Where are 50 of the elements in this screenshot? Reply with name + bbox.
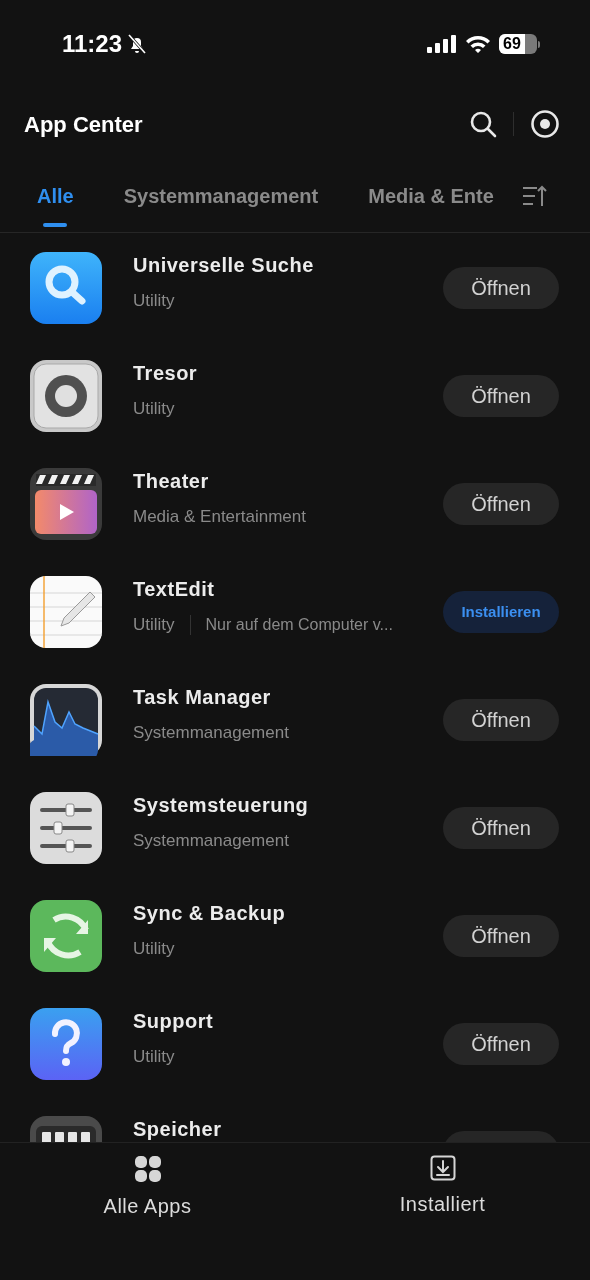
- safe-app-icon: [30, 360, 102, 432]
- nav-tab[interactable]: Alle Apps: [0, 1143, 295, 1280]
- app-category: Utility: [133, 938, 175, 960]
- clock-time: 11:23: [62, 29, 123, 59]
- app-category: Systemmanagement: [133, 830, 289, 852]
- search-icon[interactable]: [469, 110, 497, 138]
- category-tab[interactable]: Alle: [37, 160, 74, 232]
- category-tab[interactable]: Media & Ente: [368, 160, 494, 232]
- app-name: Theater: [133, 470, 210, 492]
- question-mark-app-icon: [30, 1008, 102, 1080]
- app-category: Utility: [133, 398, 175, 420]
- app-category: Media & Entertainment: [133, 506, 306, 528]
- grid-icon: [133, 1155, 162, 1183]
- notepad-app-icon: [30, 576, 102, 648]
- download-icon: [429, 1155, 456, 1181]
- install-button[interactable]: Installieren: [443, 591, 559, 633]
- app-name: Universelle Suche: [133, 254, 315, 276]
- open-button[interactable]: Öffnen: [443, 267, 559, 309]
- open-button[interactable]: Öffnen: [443, 483, 559, 525]
- app-name: Speicher: [133, 1118, 223, 1140]
- wifi-icon: [465, 34, 491, 54]
- app-category: Systemmanagement: [133, 722, 289, 744]
- open-button[interactable]: Öffnen: [443, 915, 559, 957]
- app-name: Task Manager: [133, 686, 272, 708]
- page-title: App Center: [24, 110, 143, 139]
- sort-icon[interactable]: [522, 184, 548, 208]
- activity-chart-app-icon: [30, 684, 102, 756]
- clapperboard-app-icon: [30, 468, 102, 540]
- category-tab[interactable]: Systemmanagement: [123, 160, 319, 232]
- signal-icon: [427, 34, 457, 54]
- app-category: Utility: [133, 290, 175, 312]
- battery-percent: 69: [503, 35, 521, 53]
- open-button[interactable]: Öffnen: [443, 375, 559, 417]
- app-category: Utility: [133, 614, 175, 636]
- sliders-app-icon: [30, 792, 102, 864]
- app-category: Utility: [133, 1046, 175, 1068]
- target-icon[interactable]: [530, 109, 560, 139]
- app-note: Nur auf dem Computer v...: [205, 614, 393, 635]
- sync-app-icon: [30, 900, 102, 972]
- bell-off-icon: [126, 33, 149, 55]
- app-name: Systemsteuerung: [133, 794, 310, 816]
- app-name: Support: [133, 1010, 215, 1032]
- open-button[interactable]: Öffnen: [443, 807, 559, 849]
- magnifier-app-icon: [30, 252, 102, 324]
- open-button[interactable]: Öffnen: [443, 699, 559, 741]
- app-name: Tresor: [133, 362, 199, 384]
- app-name: TextEdit: [133, 578, 216, 600]
- open-button[interactable]: Öffnen: [443, 1023, 559, 1065]
- app-name: Sync & Backup: [133, 902, 287, 924]
- nav-tab[interactable]: Installiert: [295, 1143, 590, 1280]
